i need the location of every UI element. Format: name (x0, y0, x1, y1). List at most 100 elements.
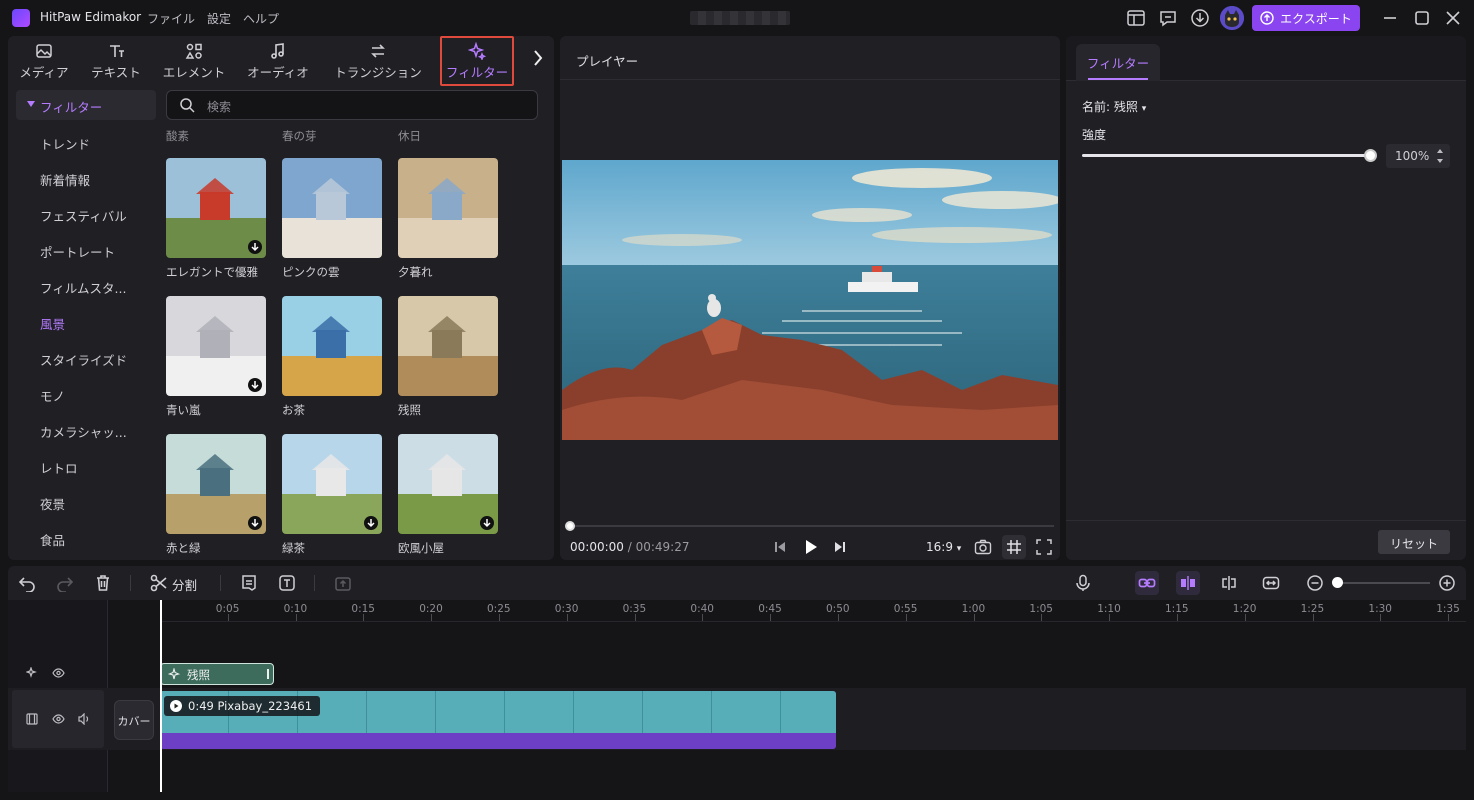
menu-settings[interactable]: 設定 (207, 10, 231, 27)
minimize-icon[interactable] (1380, 8, 1400, 28)
category-item[interactable]: レトロ (40, 458, 78, 477)
maximize-icon[interactable] (1412, 8, 1432, 28)
tab-transition[interactable]: トランジション (330, 36, 426, 82)
category-header[interactable]: フィルター (16, 90, 156, 120)
download-icon[interactable] (248, 240, 262, 254)
strength-slider[interactable] (1082, 154, 1370, 157)
zoom-slider[interactable] (1338, 582, 1430, 584)
zoom-out-icon[interactable] (1306, 574, 1324, 592)
microphone-icon[interactable] (1074, 574, 1092, 592)
eye-icon[interactable] (52, 713, 65, 725)
zoom-in-icon[interactable] (1438, 574, 1456, 592)
clip-trim-handle[interactable] (267, 669, 269, 679)
tab-text[interactable]: テキスト (80, 36, 152, 82)
tab-filter-properties[interactable]: フィルター (1076, 44, 1160, 81)
category-item[interactable]: フェスティバル (40, 206, 127, 225)
download-icon[interactable] (480, 516, 494, 530)
split-button[interactable]: 分割 (172, 575, 197, 594)
filter-label: 残照 (398, 403, 421, 417)
playback-scrubber[interactable] (570, 525, 1054, 527)
ruler-tick-mark (770, 614, 772, 621)
next-frame-icon[interactable] (834, 541, 846, 553)
filter-thumbnail[interactable] (282, 434, 382, 534)
link-icon[interactable] (1138, 574, 1156, 592)
grid-icon[interactable] (1002, 535, 1026, 559)
filter-name-select[interactable]: 名前: 残照 ▾ (1082, 98, 1146, 115)
fullscreen-icon[interactable] (1036, 539, 1052, 555)
download-icon[interactable] (248, 378, 262, 392)
export-label: エクスポート (1280, 11, 1352, 26)
playhead[interactable] (160, 600, 162, 792)
volume-icon[interactable] (78, 713, 91, 725)
category-item[interactable]: カメラシャッ... (40, 422, 127, 441)
reset-button[interactable]: リセット (1378, 530, 1450, 554)
strength-slider-handle[interactable] (1364, 149, 1377, 162)
avatar-icon[interactable] (1220, 6, 1244, 30)
delete-icon[interactable] (94, 574, 112, 592)
cover-button[interactable]: カバー (114, 700, 154, 740)
film-icon (26, 713, 38, 725)
filter-clip[interactable]: 残照 (160, 663, 274, 685)
player-title: プレイヤー (576, 54, 639, 69)
filter-thumbnail[interactable] (398, 158, 498, 258)
feedback-icon[interactable] (1158, 8, 1178, 28)
menu-file[interactable]: ファイル (147, 10, 195, 27)
filter-thumbnail[interactable] (166, 296, 266, 396)
filter-thumbnail[interactable] (282, 296, 382, 396)
fit-width-icon[interactable] (1262, 574, 1280, 592)
undo-icon[interactable] (18, 574, 36, 592)
video-clip[interactable]: 0:49 Pixabay_223461 (160, 691, 836, 749)
prev-frame-icon[interactable] (774, 541, 786, 553)
play-icon[interactable] (804, 539, 818, 555)
ruler-tick-label: 0:25 (487, 603, 511, 615)
text-box-icon[interactable] (278, 574, 296, 592)
category-item[interactable]: モノ (40, 386, 65, 405)
subtitle-icon[interactable] (240, 574, 258, 592)
close-icon[interactable] (1443, 8, 1463, 28)
category-item[interactable]: 食品 (40, 530, 65, 549)
aspect-ratio-select[interactable]: 16:9 ▾ (926, 540, 961, 554)
category-item[interactable]: トレンド (40, 134, 90, 153)
chevron-right-icon[interactable] (532, 48, 544, 68)
download-icon[interactable] (248, 516, 262, 530)
stepper-icon[interactable] (1436, 147, 1444, 165)
category-item[interactable]: フィルムスタ... (40, 278, 126, 297)
filter-thumbnail[interactable] (166, 434, 266, 534)
download-icon[interactable] (364, 516, 378, 530)
redo-icon[interactable] (56, 574, 74, 592)
search-icon (179, 97, 195, 113)
ruler-tick-mark (1041, 614, 1043, 621)
video-preview[interactable] (562, 160, 1058, 440)
filter-thumbnail[interactable] (166, 158, 266, 258)
export-clip-icon[interactable] (334, 574, 352, 592)
category-item[interactable]: スタイライズド (40, 350, 127, 369)
category-item[interactable]: 風景 (40, 314, 65, 333)
trim-icon[interactable] (1220, 574, 1238, 592)
eye-icon[interactable] (52, 667, 65, 679)
filter-label: エレガントで優雅 (166, 265, 258, 279)
ruler-tick-label: 1:00 (961, 603, 986, 615)
category-item[interactable]: 新着情報 (40, 170, 90, 189)
tab-media[interactable]: メディア (8, 36, 80, 82)
download-icon[interactable] (1190, 8, 1210, 28)
filter-thumbnail[interactable] (398, 434, 498, 534)
scrubber-handle[interactable] (565, 521, 575, 531)
ruler-tick-mark (1312, 614, 1314, 621)
tab-element[interactable]: エレメント (158, 36, 230, 82)
export-button[interactable]: エクスポート (1252, 5, 1360, 31)
category-item[interactable]: 夜景 (40, 494, 65, 513)
strength-value-input[interactable]: 100% (1386, 144, 1450, 168)
split-icon[interactable] (150, 574, 168, 592)
menu-help[interactable]: ヘルプ (243, 10, 279, 27)
snap-icon[interactable] (1179, 574, 1197, 592)
search-input[interactable]: 検索 (166, 90, 538, 120)
category-item[interactable]: ポートレート (40, 242, 115, 261)
ruler-tick-mark (905, 614, 907, 621)
filter-thumbnail[interactable] (398, 296, 498, 396)
snapshot-icon[interactable] (974, 539, 992, 555)
filter-thumbnail[interactable] (282, 158, 382, 258)
layout-icon[interactable] (1126, 8, 1146, 28)
tab-audio[interactable]: オーディオ (242, 36, 314, 82)
current-time: 00:00:00 (570, 540, 624, 554)
zoom-slider-handle[interactable] (1332, 577, 1343, 588)
